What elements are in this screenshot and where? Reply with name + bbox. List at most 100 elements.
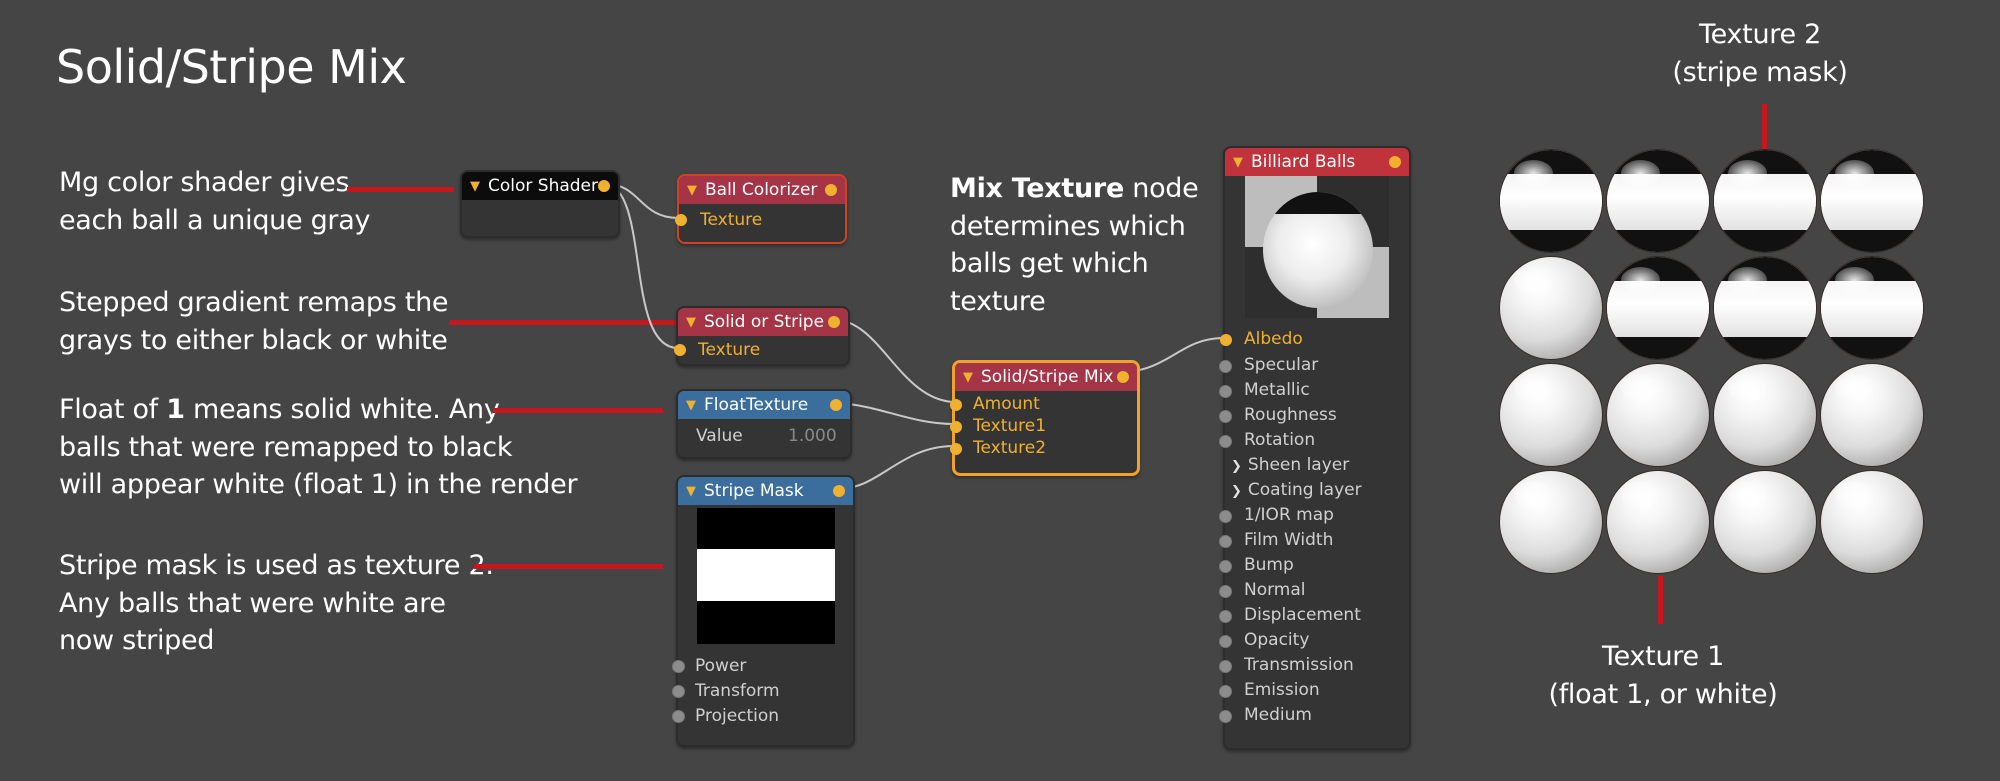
input-port-icon[interactable] (1219, 360, 1232, 373)
ball-stripe-bot (1607, 336, 1709, 359)
wire-float-mix-texture1 (835, 402, 955, 425)
chevron-right-icon[interactable]: ❯ (1231, 459, 1242, 474)
input-port-icon[interactable] (1219, 685, 1232, 698)
render-ball-striped (1821, 150, 1923, 252)
input-port-icon[interactable] (950, 443, 962, 455)
input-port-icon[interactable] (675, 214, 687, 226)
input-port-icon[interactable] (1219, 560, 1232, 573)
node-solid-or-stripe[interactable]: ▼ Solid or Stripe Texture (674, 306, 850, 366)
input-port-icon[interactable] (1219, 435, 1232, 448)
input-label: Texture2 (973, 438, 1047, 458)
input-port-icon[interactable] (1220, 334, 1232, 346)
render-ball-solid (1714, 364, 1816, 466)
preview-white-band (697, 549, 835, 601)
output-port-icon[interactable] (825, 184, 837, 196)
chevron-right-icon[interactable]: ❯ (1231, 484, 1242, 499)
wire-stripe-mix-texture2 (837, 445, 955, 490)
render-ball-striped (1714, 257, 1816, 359)
collapse-triangle-icon[interactable]: ▼ (1233, 155, 1243, 170)
input-port-icon[interactable] (672, 660, 685, 673)
ball-highlight (1514, 160, 1554, 187)
output-port-icon[interactable] (598, 180, 610, 192)
input-port-icon[interactable] (1219, 535, 1232, 548)
input-label: Displacement (1244, 605, 1361, 625)
input-port-icon[interactable] (672, 685, 685, 698)
node-header[interactable]: ▼ Color Shader (462, 172, 618, 200)
input-port-icon[interactable] (1219, 585, 1232, 598)
input-port-icon[interactable] (1219, 510, 1232, 523)
node-title: FloatTexture (704, 395, 809, 415)
input-label: Specular (1244, 355, 1319, 375)
output-port-icon[interactable] (1389, 156, 1401, 168)
render-ball-solid (1607, 471, 1709, 573)
node-header[interactable]: ▼ Stripe Mask (678, 477, 853, 505)
input-label: 1/IOR map (1244, 505, 1334, 525)
node-stripe-mask[interactable]: ▼ Stripe Mask Power Transform Projection (672, 475, 855, 747)
ball-band (1821, 281, 1923, 337)
output-port-icon[interactable] (1117, 371, 1129, 383)
input-port-icon[interactable] (674, 344, 686, 356)
ball-highlight (1514, 481, 1554, 508)
ball-highlight (1514, 374, 1554, 401)
stripe-mask-preview (697, 508, 835, 644)
ball-highlight (1728, 374, 1768, 401)
node-title: Color Shader (488, 176, 599, 196)
collapse-triangle-icon[interactable]: ▼ (687, 183, 697, 198)
param-label: Value (696, 426, 743, 446)
group-coating-layer[interactable]: ❯ Coating layer (1231, 480, 1362, 500)
input-port-icon[interactable] (1219, 385, 1232, 398)
input-label: Rotation (1244, 430, 1316, 450)
node-billiard-balls[interactable]: ▼ Billiard Balls Albedo Specular Metalli… (1219, 146, 1411, 750)
wire-solidorstripe-mix-amount (834, 319, 955, 403)
ball-stripe-bot (1607, 229, 1709, 252)
render-ball-solid (1821, 364, 1923, 466)
param-value-field[interactable]: 1.000 (788, 426, 837, 446)
input-port-icon[interactable] (950, 421, 962, 433)
collapse-triangle-icon[interactable]: ▼ (963, 370, 973, 385)
input-port-icon[interactable] (1219, 635, 1232, 648)
node-color-shader[interactable]: ▼ Color Shader (460, 170, 620, 238)
input-label: Film Width (1244, 530, 1334, 550)
node-title: Solid or Stripe (704, 312, 825, 332)
output-port-icon[interactable] (830, 399, 842, 411)
collapse-triangle-icon[interactable]: ▼ (686, 398, 696, 413)
ball-band (1714, 174, 1816, 230)
ball-highlight (1621, 160, 1661, 187)
collapse-triangle-icon[interactable]: ▼ (686, 315, 696, 330)
ball-highlight (1728, 267, 1768, 294)
ball-highlight (1514, 267, 1554, 294)
node-header[interactable]: ▼ Solid/Stripe Mix (955, 363, 1137, 391)
node-header[interactable]: ▼ Billiard Balls (1225, 148, 1409, 176)
render-ball-striped (1607, 150, 1709, 252)
node-header[interactable]: ▼ Solid or Stripe (678, 308, 848, 336)
input-label: Medium (1244, 705, 1312, 725)
input-port-icon[interactable] (1219, 660, 1232, 673)
group-sheen-layer[interactable]: ❯ Sheen layer (1231, 455, 1349, 475)
node-float-texture[interactable]: ▼ FloatTexture Value 1.000 (676, 389, 852, 459)
input-port-icon[interactable] (1219, 610, 1232, 623)
ball-highlight (1621, 374, 1661, 401)
input-port-icon[interactable] (1219, 410, 1232, 423)
output-port-icon[interactable] (833, 485, 845, 497)
ball-highlight (1621, 267, 1661, 294)
ball-band (1607, 174, 1709, 230)
node-solid-stripe-mix[interactable]: ▼ Solid/Stripe Mix Amount Texture1 Textu… (950, 360, 1140, 476)
node-ball-colorizer[interactable]: ▼ Ball Colorizer Texture (675, 174, 847, 244)
output-port-icon[interactable] (828, 316, 840, 328)
render-ball-solid (1500, 257, 1602, 359)
collapse-triangle-icon[interactable]: ▼ (686, 484, 696, 499)
render-ball-solid (1500, 364, 1602, 466)
input-label: Transmission (1244, 655, 1354, 675)
input-port-icon[interactable] (1219, 710, 1232, 723)
ball-highlight (1835, 160, 1875, 187)
ball-highlight (1728, 160, 1768, 187)
collapse-triangle-icon[interactable]: ▼ (470, 179, 480, 194)
ball-highlight (1728, 481, 1768, 508)
input-port-icon[interactable] (950, 399, 962, 411)
ball-stripe-bot (1821, 336, 1923, 359)
render-ball-striped (1607, 257, 1709, 359)
node-header[interactable]: ▼ Ball Colorizer (679, 176, 845, 204)
input-label: Normal (1244, 580, 1306, 600)
node-header[interactable]: ▼ FloatTexture (678, 391, 850, 419)
input-port-icon[interactable] (672, 710, 685, 723)
